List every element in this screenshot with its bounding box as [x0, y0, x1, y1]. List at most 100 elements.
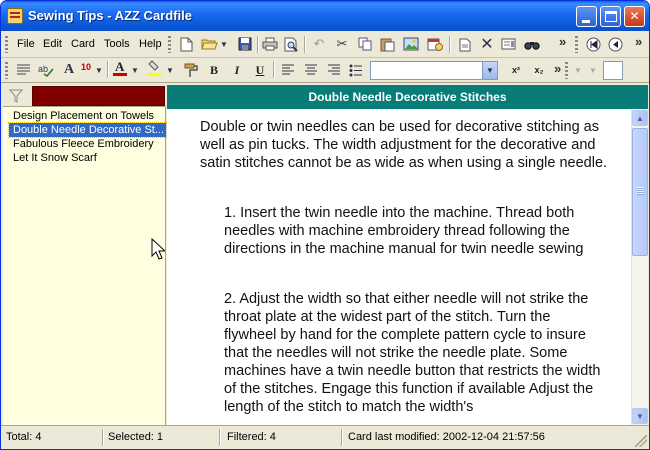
menu-help[interactable]: Help	[139, 38, 162, 50]
status-modified: Card last modified: 2002-12-04 21:57:56	[348, 431, 545, 443]
toolbar-overflow-button[interactable]: »	[554, 61, 561, 76]
vertical-scrollbar[interactable]: ▲ ▼	[631, 109, 648, 425]
filter-input[interactable]	[32, 86, 165, 106]
toolbar-separator	[304, 36, 305, 53]
superscript-button[interactable]: x²	[506, 60, 526, 80]
highlight-color-icon[interactable]	[146, 59, 164, 77]
maximize-button[interactable]	[600, 6, 621, 27]
toolbar-separator	[449, 36, 450, 53]
previous-card-icon[interactable]	[606, 35, 624, 53]
chevron-down-icon[interactable]: ▼	[482, 62, 497, 79]
cut-icon[interactable]: ✂	[333, 35, 351, 53]
minimize-icon	[582, 20, 590, 23]
app-window: Sewing Tips - AZZ Cardfile ✕ File Edit C…	[0, 0, 650, 450]
first-card-icon[interactable]	[584, 35, 602, 53]
status-selected: Selected: 1	[108, 431, 164, 443]
toolbar-separator	[257, 36, 258, 53]
disabled-dropdown-icon: ▼	[589, 65, 597, 75]
font-size-value[interactable]: 10	[81, 62, 91, 72]
font-color-dropdown-icon[interactable]: ▼	[130, 61, 140, 79]
status-total: Total: 4	[6, 431, 42, 443]
mouse-cursor-icon	[151, 238, 165, 260]
toolbar-separator	[273, 61, 274, 78]
disabled-dropdown-icon: ▼	[574, 65, 582, 75]
font-color-icon[interactable]: A	[111, 59, 129, 77]
font-icon[interactable]: A	[60, 61, 78, 79]
maximize-icon	[605, 11, 617, 22]
minimize-button[interactable]	[576, 6, 597, 27]
scroll-thumb[interactable]	[632, 128, 648, 256]
filter-icon[interactable]	[8, 89, 24, 103]
bullet-list-icon[interactable]	[347, 61, 365, 79]
menu-edit[interactable]: Edit	[43, 38, 62, 50]
copy-icon[interactable]	[356, 35, 374, 53]
new-item-icon[interactable]	[456, 35, 474, 53]
list-item[interactable]: Fabulous Fleece Embroidery	[9, 137, 166, 151]
toolbar-separator	[107, 61, 108, 78]
format-painter-icon[interactable]	[182, 61, 200, 79]
scroll-up-button[interactable]: ▲	[632, 110, 648, 126]
properties-icon[interactable]	[500, 35, 518, 53]
insert-date-icon[interactable]	[426, 35, 444, 53]
svg-text:A: A	[115, 59, 125, 74]
subscript-button[interactable]: x₂	[529, 60, 549, 80]
status-separator	[219, 429, 220, 446]
card-title: Double Needle Decorative Stitches	[167, 85, 648, 109]
card-list: Design Placement on Towels Double Needle…	[8, 109, 167, 165]
card-paragraph: 1. Insert the twin needle into the machi…	[224, 205, 584, 257]
delete-icon[interactable]: ✕	[478, 35, 496, 53]
toolbar-overflow-button[interactable]: »	[559, 34, 566, 49]
status-bar: Total: 4 Selected: 1 Filtered: 4 Card la…	[1, 425, 649, 449]
card-paragraph: 2. Adjust the width so that either needl…	[224, 291, 601, 415]
resize-grip-icon[interactable]	[635, 435, 647, 447]
card-list-pane: Design Placement on Towels Double Needle…	[3, 85, 167, 425]
menu-card[interactable]: Card	[71, 38, 95, 50]
paragraph-format-icon[interactable]	[14, 61, 32, 79]
status-separator	[341, 429, 342, 446]
underline-button[interactable]: U	[250, 60, 270, 80]
align-right-icon[interactable]	[325, 61, 343, 79]
align-left-icon[interactable]	[279, 61, 297, 79]
bold-button[interactable]: B	[204, 60, 224, 80]
spell-check-icon[interactable]: ab	[37, 61, 55, 79]
menu-file[interactable]: File	[17, 38, 35, 50]
toolbar-grip[interactable]	[5, 62, 8, 79]
toolbar-grip[interactable]	[575, 36, 578, 53]
open-folder-icon[interactable]	[200, 35, 218, 53]
filter-row	[3, 85, 166, 107]
highlight-dropdown-icon[interactable]: ▼	[165, 61, 175, 79]
scroll-down-button[interactable]: ▼	[632, 408, 648, 424]
italic-button[interactable]: I	[227, 60, 247, 80]
toolbar-input-field[interactable]	[603, 61, 623, 80]
list-item-selected[interactable]: Double Needle Decorative St...	[8, 122, 167, 138]
find-icon[interactable]	[523, 35, 541, 53]
undo-icon[interactable]: ↶	[310, 35, 328, 53]
toolbar-overflow-button[interactable]: »	[635, 34, 642, 49]
print-preview-icon[interactable]	[282, 35, 300, 53]
status-separator	[102, 429, 103, 446]
app-icon	[7, 8, 23, 24]
save-icon[interactable]	[236, 35, 254, 53]
card-content[interactable]: Double or twin needles can be used for d…	[167, 109, 631, 425]
insert-picture-icon[interactable]	[402, 35, 420, 53]
new-card-icon[interactable]	[177, 35, 195, 53]
toolbar-grip[interactable]	[5, 36, 8, 53]
title-bar[interactable]: Sewing Tips - AZZ Cardfile ✕	[1, 1, 649, 31]
list-item[interactable]: Let It Snow Scarf	[9, 151, 166, 165]
paste-icon[interactable]	[378, 35, 396, 53]
close-button[interactable]: ✕	[624, 6, 645, 27]
card-paragraph: Double or twin needles can be used for d…	[200, 119, 608, 171]
menu-tools[interactable]: Tools	[104, 38, 130, 50]
status-filtered: Filtered: 4	[227, 431, 276, 443]
font-size-dropdown-icon[interactable]: ▼	[94, 61, 104, 79]
toolbar-grip[interactable]	[168, 36, 171, 53]
style-select[interactable]: ▼	[370, 61, 498, 80]
print-icon[interactable]	[261, 35, 279, 53]
window-title: Sewing Tips - AZZ Cardfile	[28, 8, 192, 23]
toolbar-grip[interactable]	[565, 62, 568, 79]
format-toolbar: ab A 10 ▼ A ▼ ▼ B I U ▼ x² x₂ » ▼ ▼	[1, 58, 649, 83]
dropdown-arrow-icon[interactable]: ▼	[219, 35, 229, 53]
list-item[interactable]: Design Placement on Towels	[9, 109, 166, 123]
align-center-icon[interactable]	[302, 61, 320, 79]
close-icon: ✕	[629, 9, 640, 23]
